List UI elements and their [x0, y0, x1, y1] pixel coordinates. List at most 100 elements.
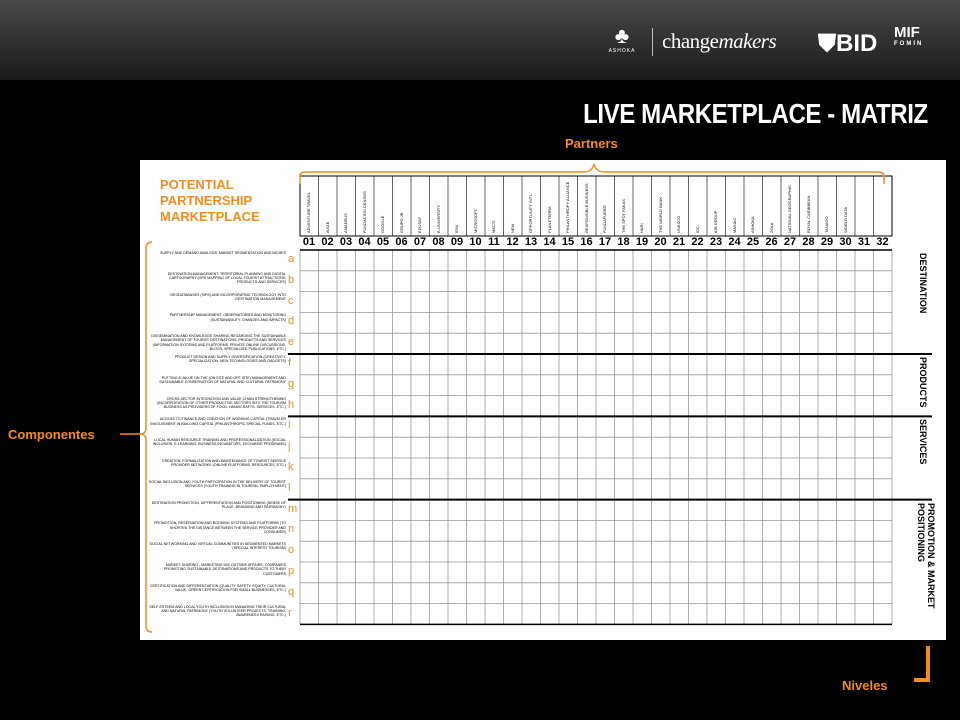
row-description: PARTNERSHIP MANAGEMENT, OBSERVATORIES AN… — [169, 313, 286, 322]
partner-name: E-UNIVERSITY — [435, 204, 441, 233]
row-description: PROMOTION, RESERVATION AND BOOKING SYSTE… — [154, 521, 286, 534]
partner-name: AMADEUS — [343, 213, 349, 233]
row-description: GEODATABASES (SIPS) AND INCORPORATING TE… — [170, 292, 286, 301]
row-letter: p — [288, 565, 295, 577]
section-label: SERVICES — [918, 419, 928, 465]
column-number: 20 — [654, 236, 667, 248]
row-letter: q — [288, 585, 295, 598]
matrix-grid — [120, 163, 932, 633]
partner-name: IDW — [454, 225, 460, 233]
column-number: 25 — [746, 236, 760, 248]
section-label: DESTINATION — [918, 253, 928, 314]
column-number: 08 — [432, 236, 445, 248]
row-letter: e — [288, 336, 295, 349]
partner-name: FUNDAFUERO — [602, 205, 608, 233]
partner-name: IDC — [694, 226, 700, 233]
column-number: 14 — [543, 236, 556, 248]
row-description: PUTTING A VALUE ON THE (ON SITE AND OFF … — [159, 375, 286, 385]
partner-name: ADVENTURE TRAVEL — [306, 192, 312, 233]
column-number: 01 — [302, 236, 316, 248]
partner-name: ASHOKA — [750, 216, 756, 233]
column-number: 03 — [339, 236, 353, 248]
row-letter: j — [288, 440, 291, 453]
partner-name: ZOLA — [768, 222, 774, 233]
partner-name: EDUSAY — [417, 216, 423, 233]
column-number: 02 — [321, 236, 334, 248]
column-number: 17 — [598, 236, 612, 248]
column-number: 04 — [358, 236, 371, 248]
niveles-arrow-icon — [914, 646, 930, 682]
column-number: 28 — [802, 236, 815, 248]
partner-name: NEW — [509, 223, 515, 233]
partner-name: OPPORTUNITY INT'L — [528, 193, 534, 233]
row-description: PRODUCT DESIGN AND SUPPLY DIVERSIFICATIO… — [174, 355, 286, 364]
row-letter: g — [288, 377, 295, 390]
column-number: 09 — [450, 236, 464, 248]
section-label: PRODUCTS — [918, 357, 928, 408]
partner-name: GRUPO JB — [398, 212, 404, 233]
row-description: SELF-ESTEEM AND LOCAL YOUTH INCLUSION IN… — [149, 604, 286, 618]
partner-name: ROYAL CARIBBEAN — [805, 195, 811, 233]
row-description: CREATION, FORMALIZATION AND MAINTENANCE … — [162, 459, 286, 468]
row-letter: h — [288, 398, 295, 411]
row-description: DESTINATION PROMOTION, DIFFERENTIATION A… — [151, 500, 286, 509]
partner-name: RESPONSIBLE BUSINESS — [583, 183, 589, 233]
row-description: DISSEMINATION AND KNOWLEDGE SHARING REGA… — [151, 334, 286, 352]
row-letter: r — [288, 606, 292, 619]
row-letter: a — [288, 253, 295, 265]
partner-name: THE WORLD BANK — [657, 196, 663, 233]
partner-name: MICROSOFT — [472, 209, 478, 233]
column-number: 15 — [561, 236, 575, 248]
partner-name: MASIAC — [731, 217, 737, 233]
column-number: 32 — [876, 236, 889, 248]
row-description: SOCIAL NETWORKING AND VIRTUAL COMMUNITIE… — [149, 542, 286, 551]
row-description: LOCAL HUMAN RESOURCE TRAINING AND PROFES… — [152, 438, 286, 447]
row-description: MARKET SHARING - MARKETING MIX OUTSIDE A… — [163, 563, 286, 576]
row-letter: m — [288, 502, 298, 515]
column-number: 19 — [635, 236, 649, 248]
column-number: 23 — [709, 236, 723, 248]
section-label: PROMOTION & MARKET POSITIONING — [916, 502, 936, 609]
column-number: 06 — [395, 236, 408, 248]
column-number: 21 — [672, 236, 686, 248]
row-description: CERTIFICATION AND DIFFERENTIATION (QUALI… — [149, 583, 286, 593]
row-description: SOCIAL INCLUSION AND YOUTH PARTICIPATION… — [148, 479, 286, 489]
column-number: 29 — [820, 236, 834, 248]
partner-name: FUNDACION CENSOS — [361, 191, 367, 233]
row-letter: d — [288, 315, 295, 328]
partner-name: PLANETERRA — [546, 206, 552, 233]
partner-name: IDB GROUP — [713, 210, 719, 233]
column-number: 12 — [506, 236, 519, 248]
row-letter: l — [288, 481, 291, 494]
partner-name: HARI — [639, 223, 645, 233]
column-number: 31 — [857, 236, 871, 248]
column-number: 30 — [839, 236, 852, 248]
column-number: 11 — [488, 236, 500, 248]
column-number: 26 — [765, 236, 778, 248]
partner-name: AVIZE — [324, 221, 330, 233]
row-description: SUPPLY AND DEMAND ANALYSIS; MARKET SEGME… — [159, 251, 286, 255]
column-number: 22 — [691, 236, 704, 248]
partner-name: TANAGO — [824, 216, 830, 233]
partner-name: PHILANTHROPY ALLIANCE — [565, 181, 571, 233]
row-letter: b — [288, 273, 295, 286]
partner-name: GOOGLE — [380, 215, 386, 233]
row-letter: c — [288, 294, 294, 307]
partner-name: MECTI — [491, 220, 497, 233]
partner-name: UNESCO — [676, 215, 682, 233]
row-letter: f — [288, 357, 292, 369]
row-description: CROSS-SECTOR INTEGRATION AND VALUE CHAIN… — [157, 396, 286, 410]
row-letter: k — [288, 461, 294, 473]
row-letter: o — [288, 544, 295, 557]
row-description: DESTINATION MANAGEMENT: TERRITORIAL PLAN… — [167, 271, 286, 285]
column-number: 10 — [469, 236, 482, 248]
row-letter: n — [288, 523, 295, 536]
column-number: 07 — [413, 236, 427, 248]
partner-name: THE SPOT FAKAS — [620, 199, 626, 233]
column-number: 05 — [376, 236, 390, 248]
column-number: 27 — [783, 236, 797, 248]
column-number: 24 — [728, 236, 741, 248]
partners-bracket — [299, 163, 885, 184]
row-letter: i — [288, 419, 291, 432]
column-number: 18 — [617, 236, 630, 248]
